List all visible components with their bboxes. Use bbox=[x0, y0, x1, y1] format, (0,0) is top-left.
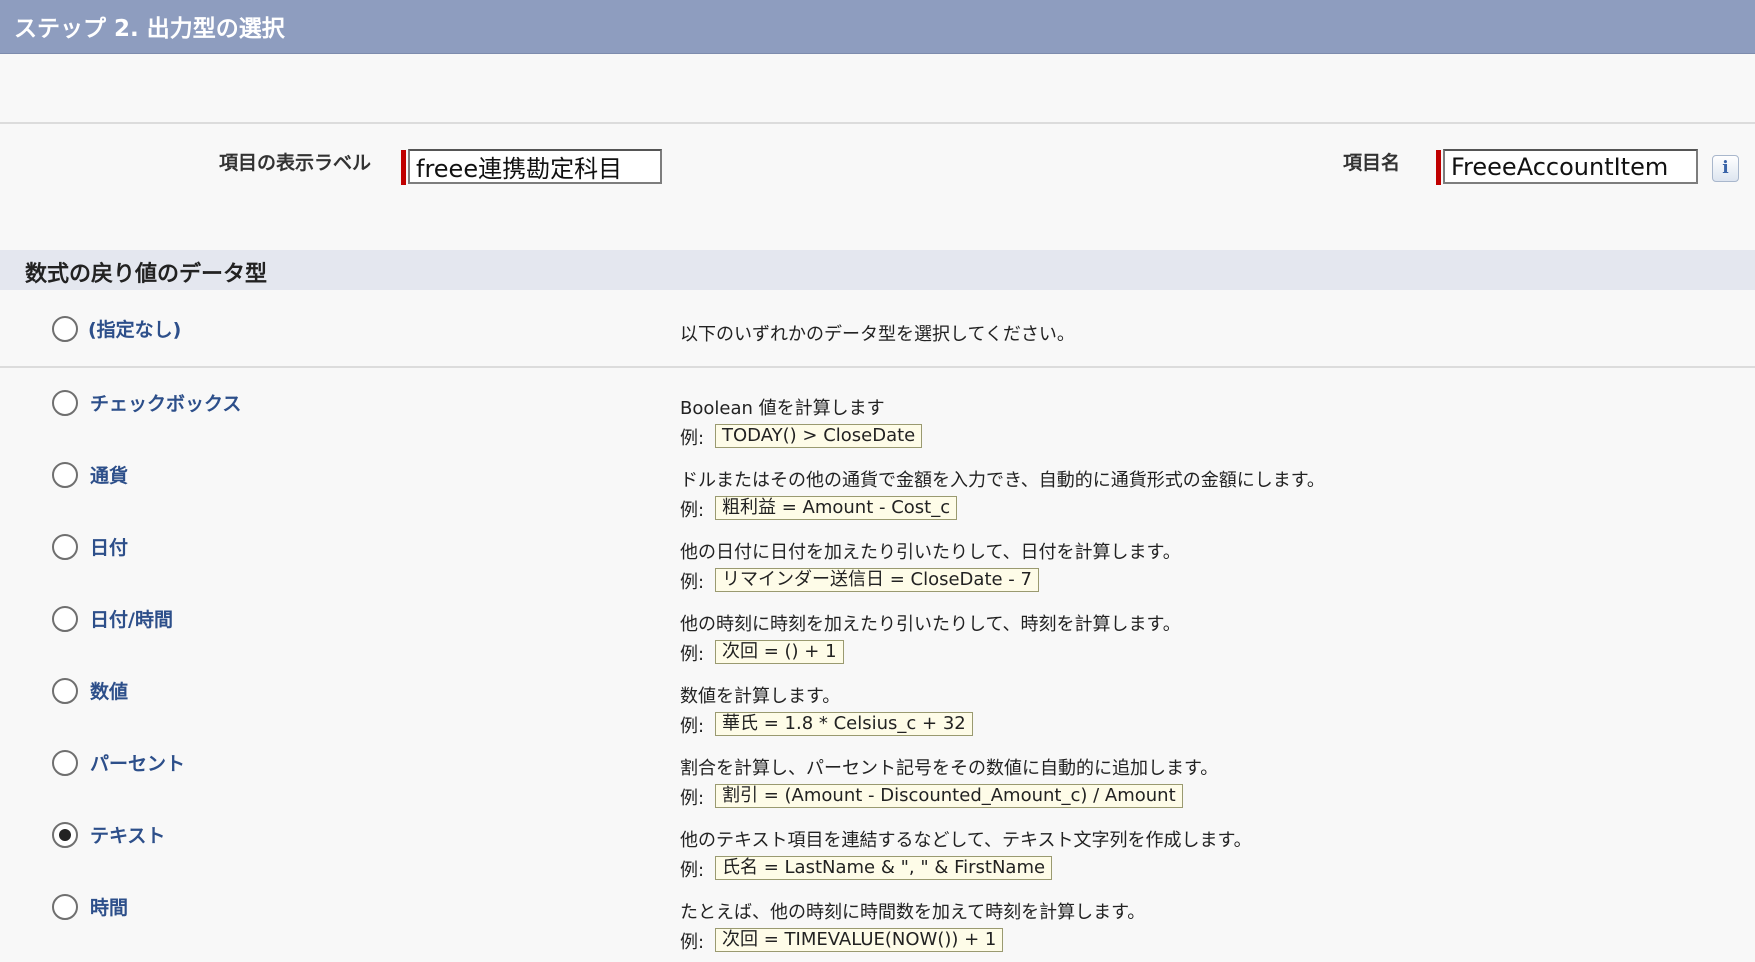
radio-text[interactable] bbox=[52, 822, 78, 848]
required-indicator bbox=[401, 150, 406, 185]
radio-date[interactable] bbox=[52, 534, 78, 560]
display-label-input[interactable] bbox=[408, 149, 662, 184]
example-prefix: 例: bbox=[680, 788, 705, 809]
example-formula: 氏名 = LastName & ", " & FirstName bbox=[715, 856, 1053, 880]
display-label-caption: 項目の表示ラベル bbox=[219, 152, 372, 174]
step-title: ステップ 2. 出力型の選択 bbox=[14, 16, 285, 42]
type-label-text[interactable]: テキスト bbox=[90, 821, 165, 848]
info-icon[interactable]: i bbox=[1712, 155, 1739, 182]
required-indicator bbox=[1436, 150, 1441, 185]
example-formula: 華氏 = 1.8 * Celsius_c + 32 bbox=[715, 712, 973, 736]
example-prefix: 例: bbox=[680, 860, 705, 881]
divider bbox=[0, 122, 1755, 124]
radio-none[interactable] bbox=[52, 316, 78, 342]
radio-datetime[interactable] bbox=[52, 606, 78, 632]
radio-checkbox[interactable] bbox=[52, 390, 78, 416]
type-label-number[interactable]: 数値 bbox=[90, 677, 128, 704]
example-prefix: 例: bbox=[680, 500, 705, 521]
example-formula: TODAY() > CloseDate bbox=[715, 424, 923, 448]
radio-time[interactable] bbox=[52, 894, 78, 920]
example-formula: 割引 = (Amount - Discounted_Amount_c) / Am… bbox=[715, 784, 1183, 808]
radio-percent[interactable] bbox=[52, 750, 78, 776]
example-formula: リマインダー送信日 = CloseDate - 7 bbox=[715, 568, 1039, 592]
type-label-datetime[interactable]: 日付/時間 bbox=[90, 605, 173, 632]
section-header: 数式の戻り値のデータ型 bbox=[0, 250, 1755, 290]
step-header: ステップ 2. 出力型の選択 bbox=[0, 0, 1755, 54]
section-title: 数式の戻り値のデータ型 bbox=[25, 262, 268, 287]
divider bbox=[0, 366, 1755, 368]
type-label-none[interactable]: (指定なし) bbox=[88, 315, 181, 342]
type-description: 数値を計算します。 bbox=[680, 686, 841, 707]
type-description: 割合を計算し、パーセント記号をその数値に自動的に追加します。 bbox=[680, 758, 1219, 779]
type-description: 以下のいずれかのデータ型を選択してください。 bbox=[680, 324, 1075, 345]
type-description: 他のテキスト項目を連結するなどして、テキスト文字列を作成します。 bbox=[680, 830, 1252, 851]
type-description: 他の時刻に時刻を加えたり引いたりして、時刻を計算します。 bbox=[680, 614, 1181, 635]
type-label-percent[interactable]: パーセント bbox=[90, 749, 185, 776]
type-description: ドルまたはその他の通貨で金額を入力でき、自動的に通貨形式の金額にします。 bbox=[680, 470, 1325, 491]
radio-number[interactable] bbox=[52, 678, 78, 704]
type-label-checkbox[interactable]: チェックボックス bbox=[90, 389, 241, 416]
example-formula: 次回 = () + 1 bbox=[715, 640, 844, 664]
api-name-input[interactable] bbox=[1443, 149, 1698, 184]
type-description: たとえば、他の時刻に時間数を加えて時刻を計算します。 bbox=[680, 902, 1146, 923]
example-prefix: 例: bbox=[680, 572, 705, 593]
example-formula: 次回 = TIMEVALUE(NOW()) + 1 bbox=[715, 928, 1004, 952]
type-label-time[interactable]: 時間 bbox=[90, 893, 128, 920]
example-prefix: 例: bbox=[680, 932, 705, 953]
example-prefix: 例: bbox=[680, 428, 705, 449]
radio-currency[interactable] bbox=[52, 462, 78, 488]
type-description: 他の日付に日付を加えたり引いたりして、日付を計算します。 bbox=[680, 542, 1181, 563]
example-prefix: 例: bbox=[680, 716, 705, 737]
example-formula: 粗利益 = Amount - Cost_c bbox=[715, 496, 958, 520]
type-label-currency[interactable]: 通貨 bbox=[90, 461, 128, 488]
type-label-date[interactable]: 日付 bbox=[90, 533, 128, 560]
api-name-caption: 項目名 bbox=[1343, 152, 1401, 174]
type-description: Boolean 値を計算します bbox=[680, 398, 885, 419]
example-prefix: 例: bbox=[680, 644, 705, 665]
